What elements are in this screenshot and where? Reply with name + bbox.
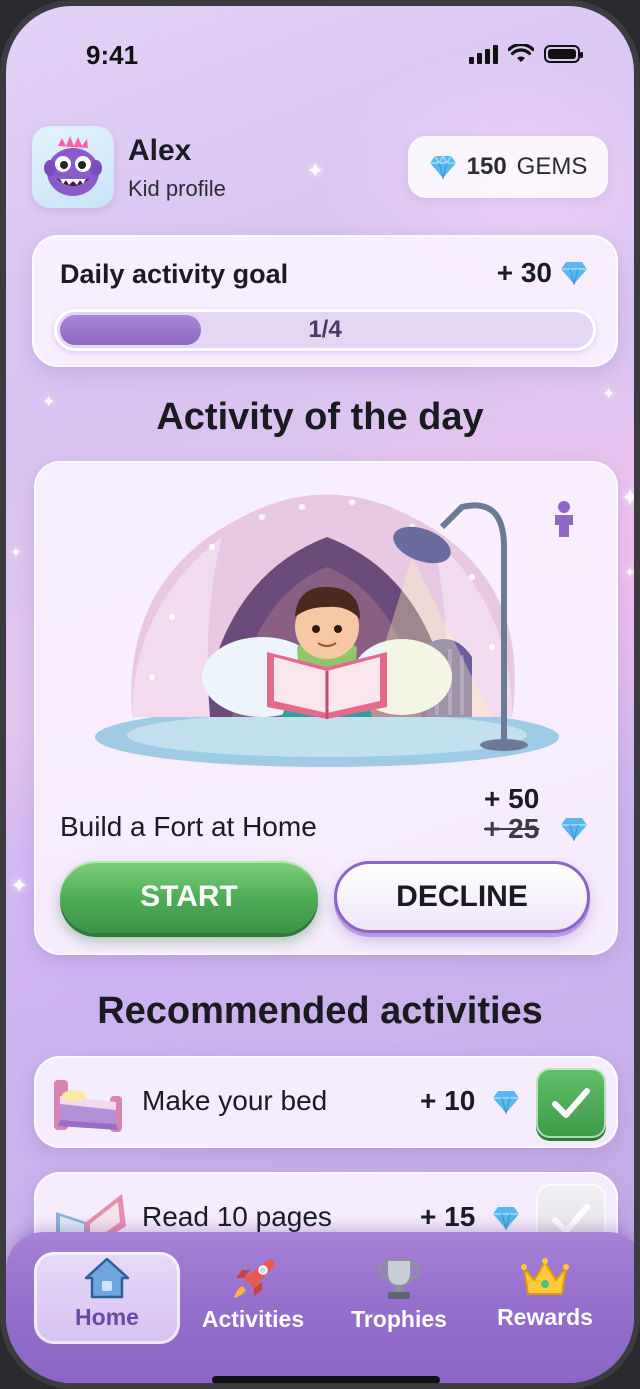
sparkle-decoration: ✦ bbox=[624, 565, 636, 581]
avatar[interactable] bbox=[32, 126, 114, 208]
decline-button[interactable]: DECLINE bbox=[334, 861, 590, 933]
activity-reward: + 50 bbox=[484, 783, 540, 814]
sparkle-decoration: ✦ bbox=[306, 159, 325, 184]
gem-icon bbox=[561, 262, 587, 285]
nav-item-label: Rewards bbox=[497, 1304, 593, 1330]
gem-icon bbox=[493, 1207, 519, 1230]
gems-balance[interactable]: 150 GEMS bbox=[408, 136, 608, 198]
list-item-label: Make your bed bbox=[142, 1085, 328, 1116]
goal-progress-text: 1/4 bbox=[308, 316, 342, 343]
goal-reward: + 30 bbox=[497, 257, 588, 289]
status-icons bbox=[469, 44, 583, 64]
nav-item-label: Activities bbox=[201, 1306, 305, 1332]
sparkle-decoration: ✦ bbox=[10, 874, 29, 899]
checkmark-icon bbox=[552, 1204, 590, 1234]
home-indicator[interactable] bbox=[212, 1376, 440, 1383]
nav-item-home[interactable]: Home bbox=[34, 1252, 180, 1344]
activity-name: Build a Fort at Home bbox=[60, 811, 317, 842]
list-item-points: + 15 bbox=[420, 1201, 476, 1232]
gem-icon bbox=[561, 818, 587, 841]
activity-old-reward: + 25 bbox=[484, 813, 540, 844]
nav-item-label: Home bbox=[75, 1304, 139, 1330]
crown-icon bbox=[521, 1258, 569, 1295]
start-button[interactable]: START bbox=[60, 861, 318, 933]
daily-goal-card[interactable]: Daily activity goal + 30 1/4 bbox=[32, 235, 618, 367]
sparkle-decoration: ✦ bbox=[620, 484, 640, 512]
goal-reward-points: + 30 bbox=[496, 257, 552, 288]
monster-avatar-icon bbox=[44, 136, 102, 196]
checkmark-icon bbox=[552, 1088, 590, 1118]
fort-reading-illustration bbox=[95, 494, 559, 767]
gems-count: 150 bbox=[466, 153, 507, 180]
list-item-label: Read 10 pages bbox=[142, 1201, 332, 1232]
trophy-icon bbox=[377, 1259, 421, 1299]
completion-checkbox[interactable] bbox=[536, 1068, 606, 1138]
wifi-icon bbox=[508, 44, 534, 62]
goal-progress-bar: 1/4 bbox=[54, 309, 596, 351]
phone-frame: ✦ ✦ ✦ ✦ ✦ ✦ ✦ 9:41 Alex Kid profile 150 … bbox=[0, 0, 640, 1389]
cellular-signal-icon bbox=[469, 44, 498, 64]
profile-subtitle: Kid profile bbox=[128, 176, 226, 201]
nav-item-label: Trophies bbox=[351, 1306, 447, 1332]
nav-item-trophies[interactable]: Trophies bbox=[326, 1252, 472, 1344]
person-icon bbox=[555, 501, 573, 537]
recommended-heading: Recommended activities bbox=[97, 990, 543, 1032]
home-icon bbox=[84, 1257, 130, 1299]
list-item-points: + 10 bbox=[420, 1085, 476, 1116]
status-time: 9:41 bbox=[86, 40, 139, 70]
status-bar: 9:41 bbox=[6, 40, 634, 80]
activity-of-day-heading: Activity of the day bbox=[156, 396, 484, 438]
rocket-icon bbox=[234, 1259, 275, 1298]
gems-unit: GEMS bbox=[516, 153, 588, 180]
goal-title: Daily activity goal bbox=[60, 259, 289, 289]
nav-item-rewards[interactable]: Rewards bbox=[472, 1252, 618, 1344]
activity-of-day-card[interactable]: Build a Fort at Home + 50 + 25 START DEC… bbox=[34, 461, 618, 955]
gem-icon bbox=[429, 155, 456, 179]
sparkle-decoration: ✦ bbox=[10, 545, 22, 561]
gem-icon bbox=[493, 1091, 519, 1114]
nav-item-activities[interactable]: Activities bbox=[180, 1252, 326, 1344]
battery-icon bbox=[544, 45, 583, 63]
bed-icon bbox=[54, 1080, 122, 1132]
bottom-navigation: Home Activities Trophies Rewards bbox=[6, 1232, 634, 1383]
profile-name: Alex bbox=[128, 134, 192, 167]
list-item-make-bed[interactable]: Make your bed + 10 bbox=[34, 1056, 618, 1148]
